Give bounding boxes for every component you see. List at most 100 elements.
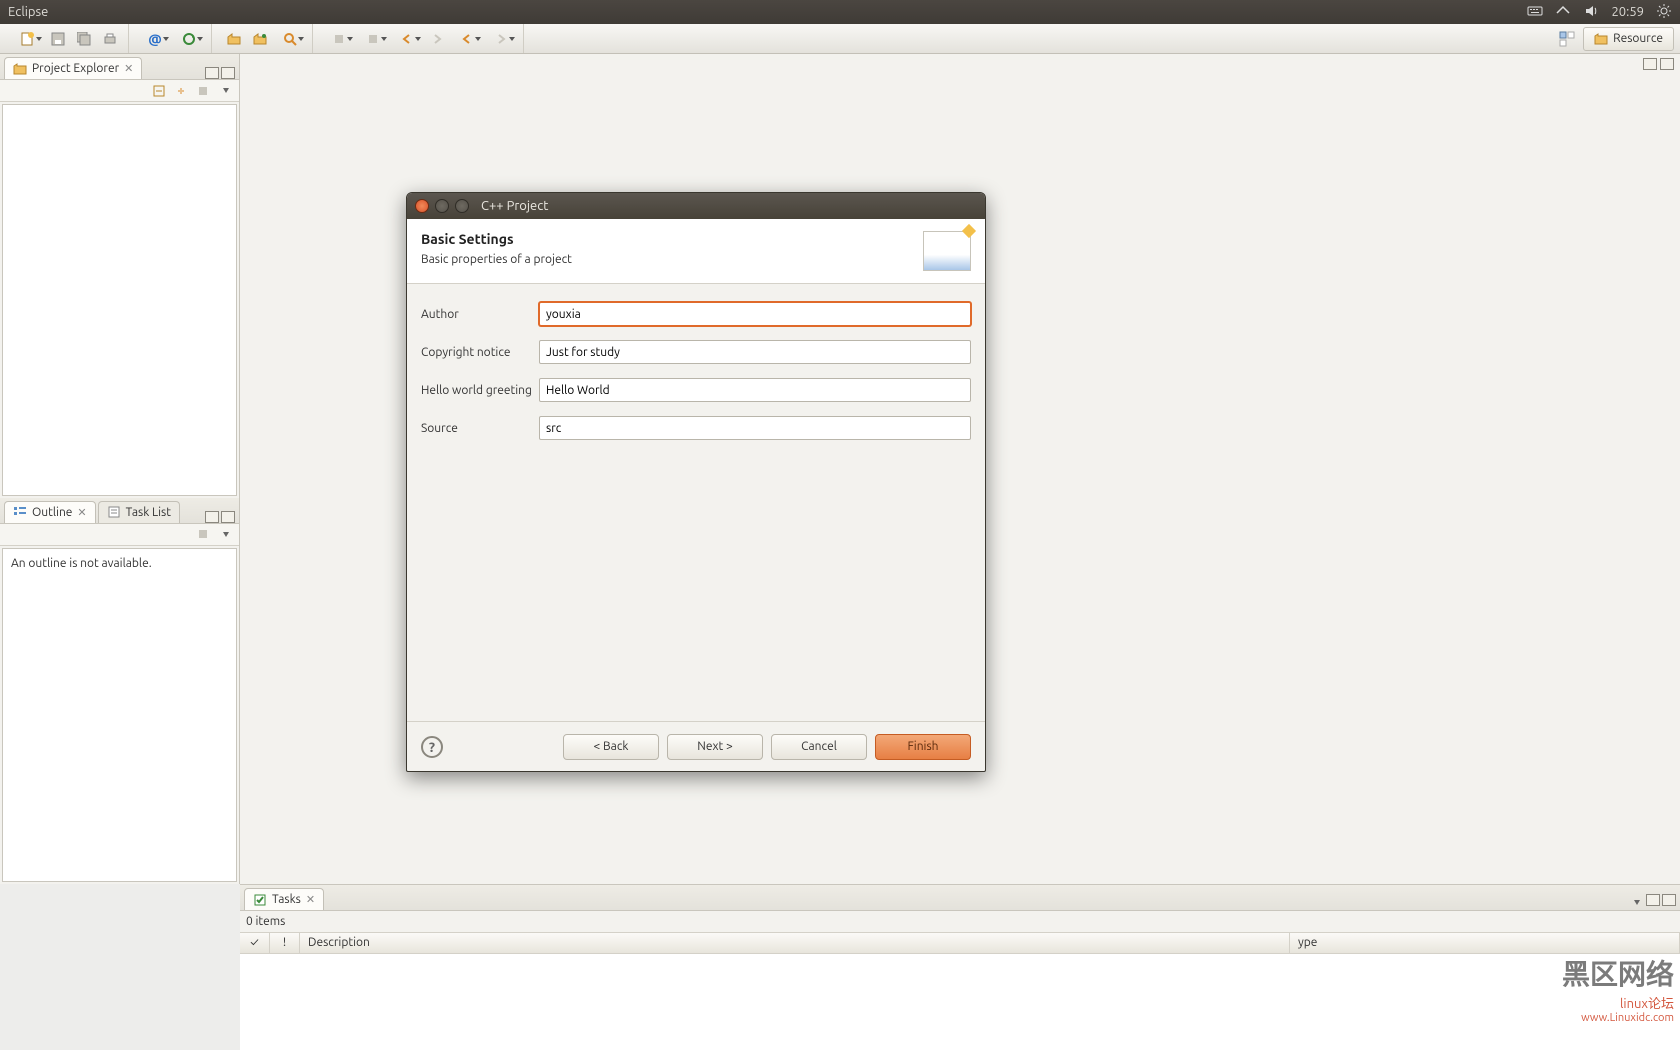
dialog-titlebar[interactable]: C++ Project [407,193,985,219]
maximize-view-button[interactable] [221,67,235,79]
nav-forward-button[interactable] [425,28,449,50]
wizard-banner-icon [923,231,971,271]
keyboard-icon[interactable] [1527,3,1543,22]
outline-tab[interactable]: Outline ✕ [4,501,96,523]
greeting-input[interactable] [539,378,971,402]
author-input[interactable] [539,302,971,326]
minimize-editor-button[interactable] [1643,58,1657,70]
resource-perspective-button[interactable]: Resource [1583,27,1674,51]
ubuntu-top-panel: Eclipse 20:59 [0,0,1680,24]
print-button[interactable] [98,28,122,50]
window-minimize-button[interactable] [435,199,449,213]
close-icon[interactable]: ✕ [77,506,86,519]
project-explorer-view: Project Explorer ✕ [0,54,239,498]
filter-button[interactable] [195,83,211,99]
cancel-button[interactable]: Cancel [771,734,867,760]
finish-button[interactable]: Finish [875,734,971,760]
link-editor-button[interactable] [173,83,189,99]
cpp-project-dialog: C++ Project Basic Settings Basic propert… [406,192,986,772]
view-menu-button[interactable] [217,526,233,542]
outline-body: An outline is not available. [2,548,237,882]
save-button[interactable] [46,28,70,50]
network-icon[interactable] [1555,3,1571,22]
view-menu-button[interactable] [1628,894,1644,910]
perspective-label: Resource [1613,32,1663,45]
author-label: Author [421,308,539,321]
tasks-tab[interactable]: Tasks ✕ [244,888,324,910]
dialog-body: Author Copyright notice Hello world gree… [407,284,985,721]
next-button[interactable]: Next > [667,734,763,760]
new-button[interactable] [12,28,44,50]
col-description[interactable]: Description [300,933,1290,953]
toggle-button-1[interactable] [323,28,355,50]
save-all-button[interactable] [72,28,96,50]
source-input[interactable] [539,416,971,440]
nav-back2-button[interactable] [451,28,483,50]
search-button[interactable] [274,28,306,50]
close-icon[interactable]: ✕ [124,62,133,75]
clock[interactable]: 20:59 [1611,5,1644,19]
window-maximize-button[interactable] [455,199,469,213]
open-type-button[interactable] [222,28,246,50]
refresh-button[interactable] [173,28,205,50]
eclipse-toolbar: @ Resource [0,24,1680,54]
tasks-count: 0 items [240,911,1680,932]
navigator-icon [13,62,27,76]
minimize-view-button[interactable] [205,67,219,79]
system-tray: 20:59 [1527,3,1672,22]
outline-icon [13,505,27,519]
help-button[interactable]: ? [421,736,443,758]
project-explorer-tab[interactable]: Project Explorer ✕ [4,57,142,79]
outline-message: An outline is not available. [3,549,236,578]
copyright-input[interactable] [539,340,971,364]
close-icon[interactable]: ✕ [306,893,315,906]
open-perspective-button[interactable] [1555,28,1579,50]
tasks-view: Tasks ✕ 0 items ✓ ! Description ype [240,884,1680,1050]
toggle-button-2[interactable] [357,28,389,50]
project-explorer-body[interactable] [2,104,237,496]
dialog-title: C++ Project [481,199,548,213]
minimize-view-button[interactable] [1646,894,1660,906]
open-task-button[interactable] [248,28,272,50]
maximize-view-button[interactable] [1662,894,1676,906]
left-column: Project Explorer ✕ Outlin [0,54,240,884]
task-list-tab[interactable]: Task List [98,501,180,523]
watermark-line2: linux论坛 [1562,993,1674,1012]
dialog-footer: ? < Back Next > Cancel Finish [407,721,985,771]
back-button[interactable]: < Back [563,734,659,760]
nav-back-button[interactable] [391,28,423,50]
maximize-editor-button[interactable] [1660,58,1674,70]
outline-view: Outline ✕ Task List An outline is not av… [0,498,239,884]
window-close-button[interactable] [415,199,429,213]
tasks-table-header: ✓ ! Description ype [240,932,1680,954]
dialog-subheading: Basic properties of a project [421,253,923,266]
dialog-heading: Basic Settings [421,231,923,247]
maximize-view-button[interactable] [221,511,235,523]
tasks-table-body[interactable] [240,954,1680,1050]
tasks-icon [253,893,267,907]
project-explorer-title: Project Explorer [32,62,119,75]
at-button[interactable]: @ [139,28,171,50]
tasks-title: Tasks [272,893,301,906]
collapse-all-button[interactable] [151,83,167,99]
copyright-label: Copyright notice [421,346,539,359]
greeting-label: Hello world greeting [421,384,539,397]
outline-filter-button[interactable] [195,526,211,542]
watermark-line3: www.Linuxidc.com [1562,1012,1674,1024]
task-list-title: Task List [126,506,171,519]
col-priority[interactable]: ! [270,933,300,953]
col-type[interactable]: ype [1290,933,1680,953]
watermark-line1: 黑区网络 [1562,953,1674,993]
outline-title: Outline [32,506,72,519]
volume-icon[interactable] [1583,3,1599,22]
view-menu-button[interactable] [217,83,233,99]
source-label: Source [421,422,539,435]
minimize-view-button[interactable] [205,511,219,523]
dialog-header: Basic Settings Basic properties of a pro… [407,219,985,284]
gear-icon[interactable] [1656,3,1672,22]
watermark: 黑区网络 linux论坛 www.Linuxidc.com [1562,953,1674,1024]
task-list-icon [107,505,121,519]
nav-forward2-button[interactable] [485,28,517,50]
col-complete[interactable]: ✓ [240,933,270,953]
folder-icon [1594,32,1608,46]
